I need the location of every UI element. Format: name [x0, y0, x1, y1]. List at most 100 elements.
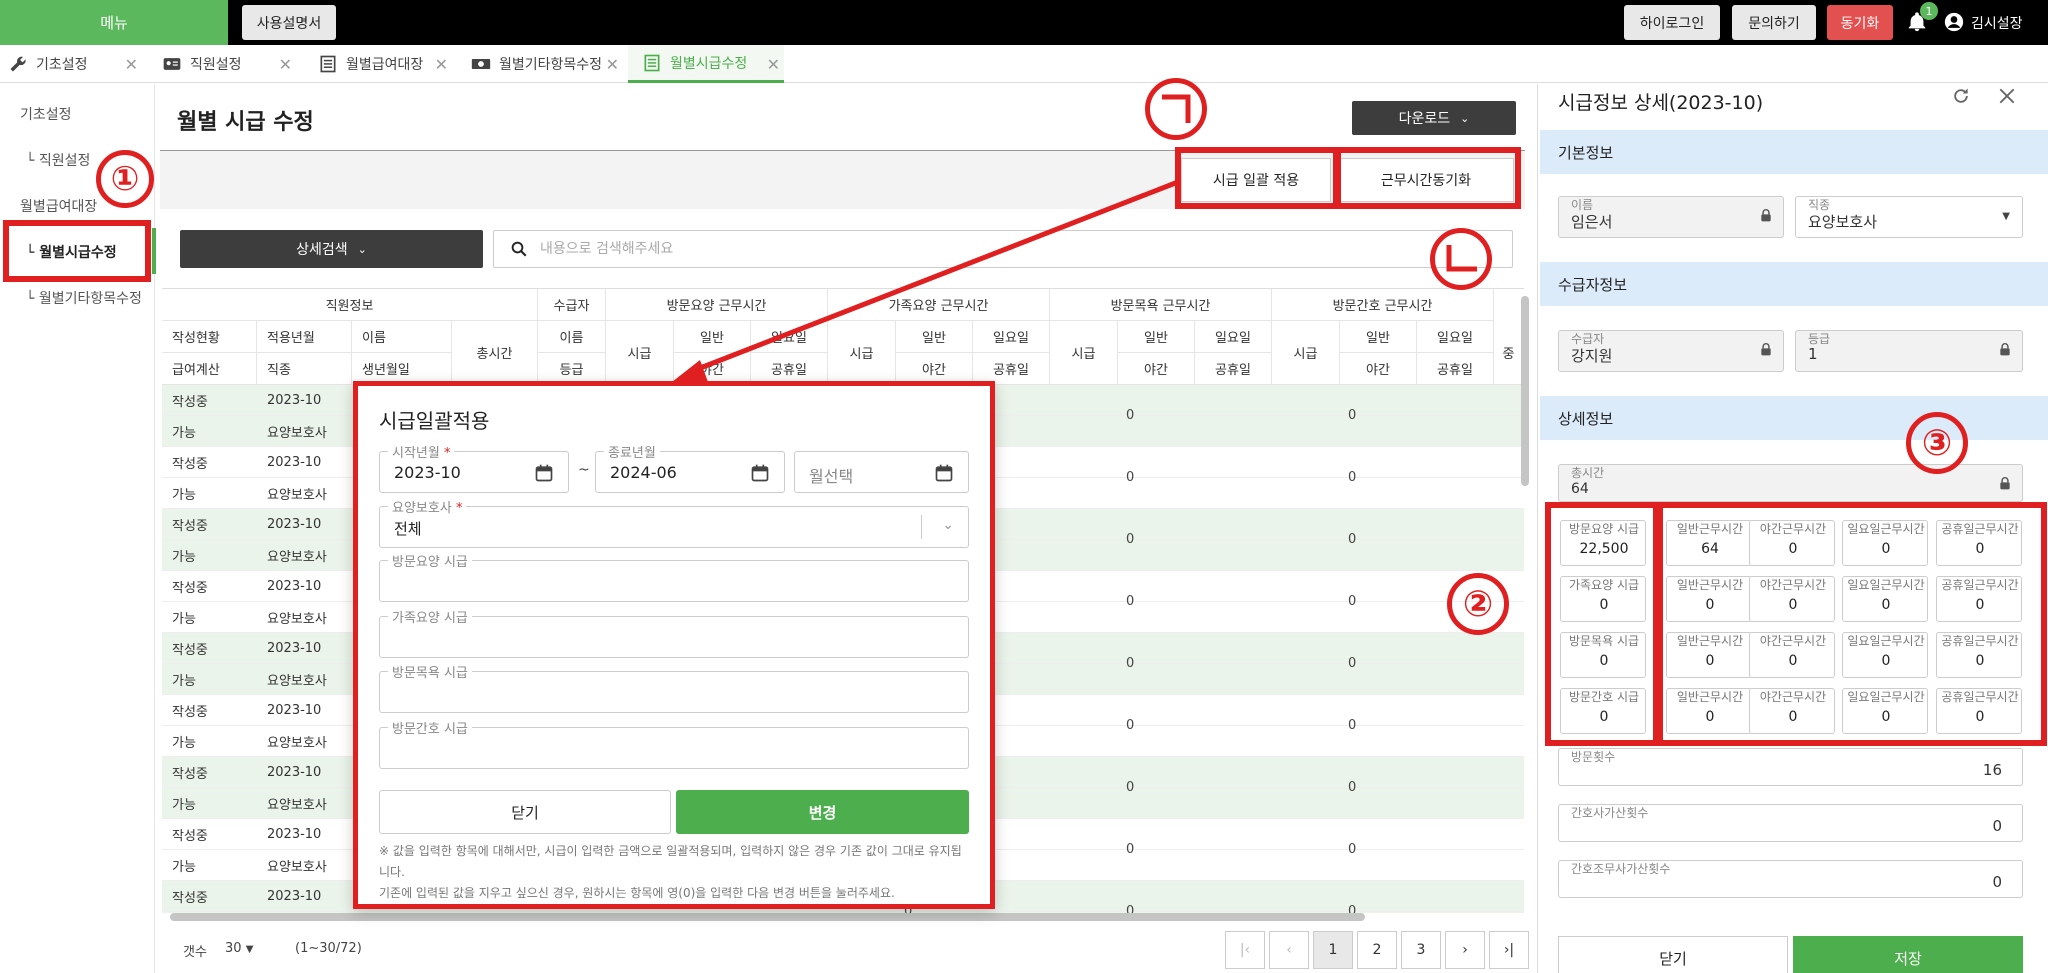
header-month[interactable]: 적용년월 [257, 321, 352, 353]
header-visit-care-rate[interactable]: 시급 [606, 321, 674, 385]
user-name[interactable]: 김시설장 [1971, 13, 2023, 33]
vertical-scrollbar[interactable] [1521, 296, 1529, 486]
header-family-care-normal[interactable]: 일반 [896, 321, 973, 353]
detail-panel-title: 시급정보 상세(2023-10) [1558, 92, 1764, 114]
sidebar-item-basic-settings[interactable]: 기초설정 [20, 104, 72, 124]
first-page-button[interactable]: |‹ [1225, 931, 1265, 969]
job-select[interactable]: 직종 요양보호사 ▼ [1795, 196, 2023, 238]
header-visit-nurse-rate[interactable]: 시급 [1272, 321, 1340, 385]
page-button-3[interactable]: 3 [1401, 931, 1441, 969]
header-visit-care-sunday[interactable]: 일요일 [751, 321, 828, 353]
caregiver-value: 전체 [394, 520, 422, 538]
header-family-care-sunday[interactable]: 일요일 [973, 321, 1050, 353]
menu-button[interactable]: 메뉴 [0, 0, 228, 45]
close-icon[interactable]: ✕ [435, 55, 448, 74]
calendar-icon[interactable] [534, 463, 554, 483]
detail-close-button[interactable]: 닫기 [1558, 936, 1788, 973]
tab-basic-settings[interactable]: 기초설정 ✕ [8, 45, 142, 83]
caregiver-label-text: 요양보호사 [392, 501, 452, 516]
search-input[interactable] [540, 241, 1512, 257]
header-recipient-name[interactable]: 이름 [538, 321, 606, 353]
visit-count-field[interactable]: 방문횟수 16 [1558, 748, 2023, 786]
cell-rate-value: 0 [1348, 532, 1357, 547]
family-care-rate-input[interactable]: 가족요양 시급 [379, 607, 969, 658]
close-icon[interactable]: ✕ [767, 55, 780, 74]
tab-label: 월별급여대장 [346, 57, 424, 73]
close-icon[interactable]: ✕ [279, 55, 292, 74]
header-visit-bath-normal[interactable]: 일반 [1118, 321, 1195, 353]
tab-monthly-other-items[interactable]: 월별기타항목수정 ✕ [471, 45, 623, 83]
header-family-care-rate[interactable]: 시급 [828, 321, 896, 385]
header-visit-bath-holiday[interactable]: 공휴일 [1195, 353, 1272, 385]
tab-monthly-hourly-wage[interactable]: 월별시급수정 ✕ [628, 45, 784, 83]
end-month-field[interactable]: 종료년월 2024-06 [595, 442, 785, 493]
calendar-icon[interactable] [750, 463, 770, 483]
tab-label: 기초설정 [36, 57, 88, 73]
caregiver-select[interactable]: 요양보호사 * 전체 ⌄ [379, 497, 969, 548]
cell-rate-value: 0 [1348, 718, 1357, 733]
page-button-1[interactable]: 1 [1313, 931, 1353, 969]
header-visit-nurse-night[interactable]: 야간 [1340, 353, 1417, 385]
sidebar-item-monthly-other-items[interactable]: └ 월별기타항목수정 [26, 288, 142, 308]
header-visit-bath-night[interactable]: 야간 [1118, 353, 1195, 385]
calendar-icon[interactable] [934, 463, 954, 483]
job-value: 요양보호사 [1808, 213, 1878, 231]
sidebar-item-monthly-payroll[interactable]: 월별급여대장 [20, 196, 97, 216]
visit-nurse-rate-label: 방문간호 시급 [388, 718, 472, 737]
sync-button[interactable]: 동기화 [1827, 5, 1893, 40]
header-visit-nurse-normal[interactable]: 일반 [1340, 321, 1417, 353]
recipient-field: 수급자 강지원 [1558, 330, 1784, 372]
group-header-staff: 직원정보 [162, 289, 538, 321]
header-calc[interactable]: 급여계산 [162, 353, 257, 385]
header-visit-care-normal[interactable]: 일반 [674, 321, 751, 353]
header-visit-nurse-sunday[interactable]: 일요일 [1417, 321, 1494, 353]
header-visit-bath-sunday[interactable]: 일요일 [1195, 321, 1272, 353]
last-page-button[interactable]: ›| [1489, 931, 1529, 969]
header-name[interactable]: 이름 [352, 321, 452, 353]
month-select-field[interactable]: 월선택 [794, 451, 969, 493]
modal-close-button[interactable]: 닫기 [379, 790, 671, 834]
hilogin-button[interactable]: 하이로그인 [1624, 5, 1720, 40]
detail-save-button[interactable]: 저장 [1793, 936, 2023, 973]
header-visit-nurse-holiday[interactable]: 공휴일 [1417, 353, 1494, 385]
refresh-icon[interactable] [1951, 86, 1971, 106]
cell-rate-value: 0 [1126, 780, 1135, 795]
cell-rate-value: 0 [1348, 470, 1357, 485]
detail-search-button[interactable]: 상세검색 ⌄ [180, 230, 483, 268]
inquiry-button[interactable]: 문의하기 [1732, 5, 1816, 40]
download-button[interactable]: 다운로드 ⌄ [1352, 101, 1516, 135]
cell-rate-value: 0 [1126, 470, 1135, 485]
header-visit-bath-rate[interactable]: 시급 [1050, 321, 1118, 385]
close-icon[interactable] [1997, 86, 2017, 106]
tab-staff-settings[interactable]: 직원설정 ✕ [162, 45, 296, 83]
cell-status: 작성중 [172, 643, 208, 658]
page-button-2[interactable]: 2 [1357, 931, 1397, 969]
manual-button[interactable]: 사용설명서 [242, 5, 336, 40]
close-icon[interactable]: ✕ [125, 55, 138, 74]
visit-care-rate-input[interactable]: 방문요양 시급 [379, 551, 969, 602]
search-box[interactable] [493, 230, 1513, 268]
horizontal-scrollbar[interactable] [170, 913, 1365, 921]
nurse-add-count-field[interactable]: 간호사가산횟수 0 [1558, 804, 2023, 842]
visit-bath-rate-input[interactable]: 방문목욕 시급 [379, 662, 969, 713]
end-month-value: 2024-06 [610, 463, 677, 482]
page-size-label: 갯수 [183, 945, 207, 960]
visit-nurse-rate-input[interactable]: 방문간호 시급 [379, 718, 969, 769]
page-size-select[interactable]: 30 ▼ [225, 941, 253, 956]
cell-rate-value: 0 [1348, 842, 1357, 857]
required-mark: * [455, 501, 463, 516]
sidebar-item-staff-settings[interactable]: └ 직원설정 [26, 150, 90, 170]
user-icon[interactable] [1944, 12, 1964, 32]
prev-page-button[interactable]: ‹ [1269, 931, 1309, 969]
tab-monthly-payroll[interactable]: 월별급여대장 ✕ [318, 45, 452, 83]
cell-job: 요양보호사 [267, 860, 327, 875]
modal-apply-button[interactable]: 변경 [676, 790, 969, 834]
nurse-aide-add-count-field[interactable]: 간호조무사가산횟수 0 [1558, 860, 2023, 898]
header-status[interactable]: 작성현황 [162, 321, 257, 353]
header-overflow[interactable]: 중 [1494, 321, 1524, 385]
close-icon[interactable]: ✕ [606, 55, 619, 74]
next-page-button[interactable]: › [1445, 931, 1485, 969]
header-total-hours[interactable]: 총시간 [452, 321, 538, 385]
header-job[interactable]: 직종 [257, 353, 352, 385]
start-month-field[interactable]: 시작년월 * 2023-10 [379, 442, 569, 493]
